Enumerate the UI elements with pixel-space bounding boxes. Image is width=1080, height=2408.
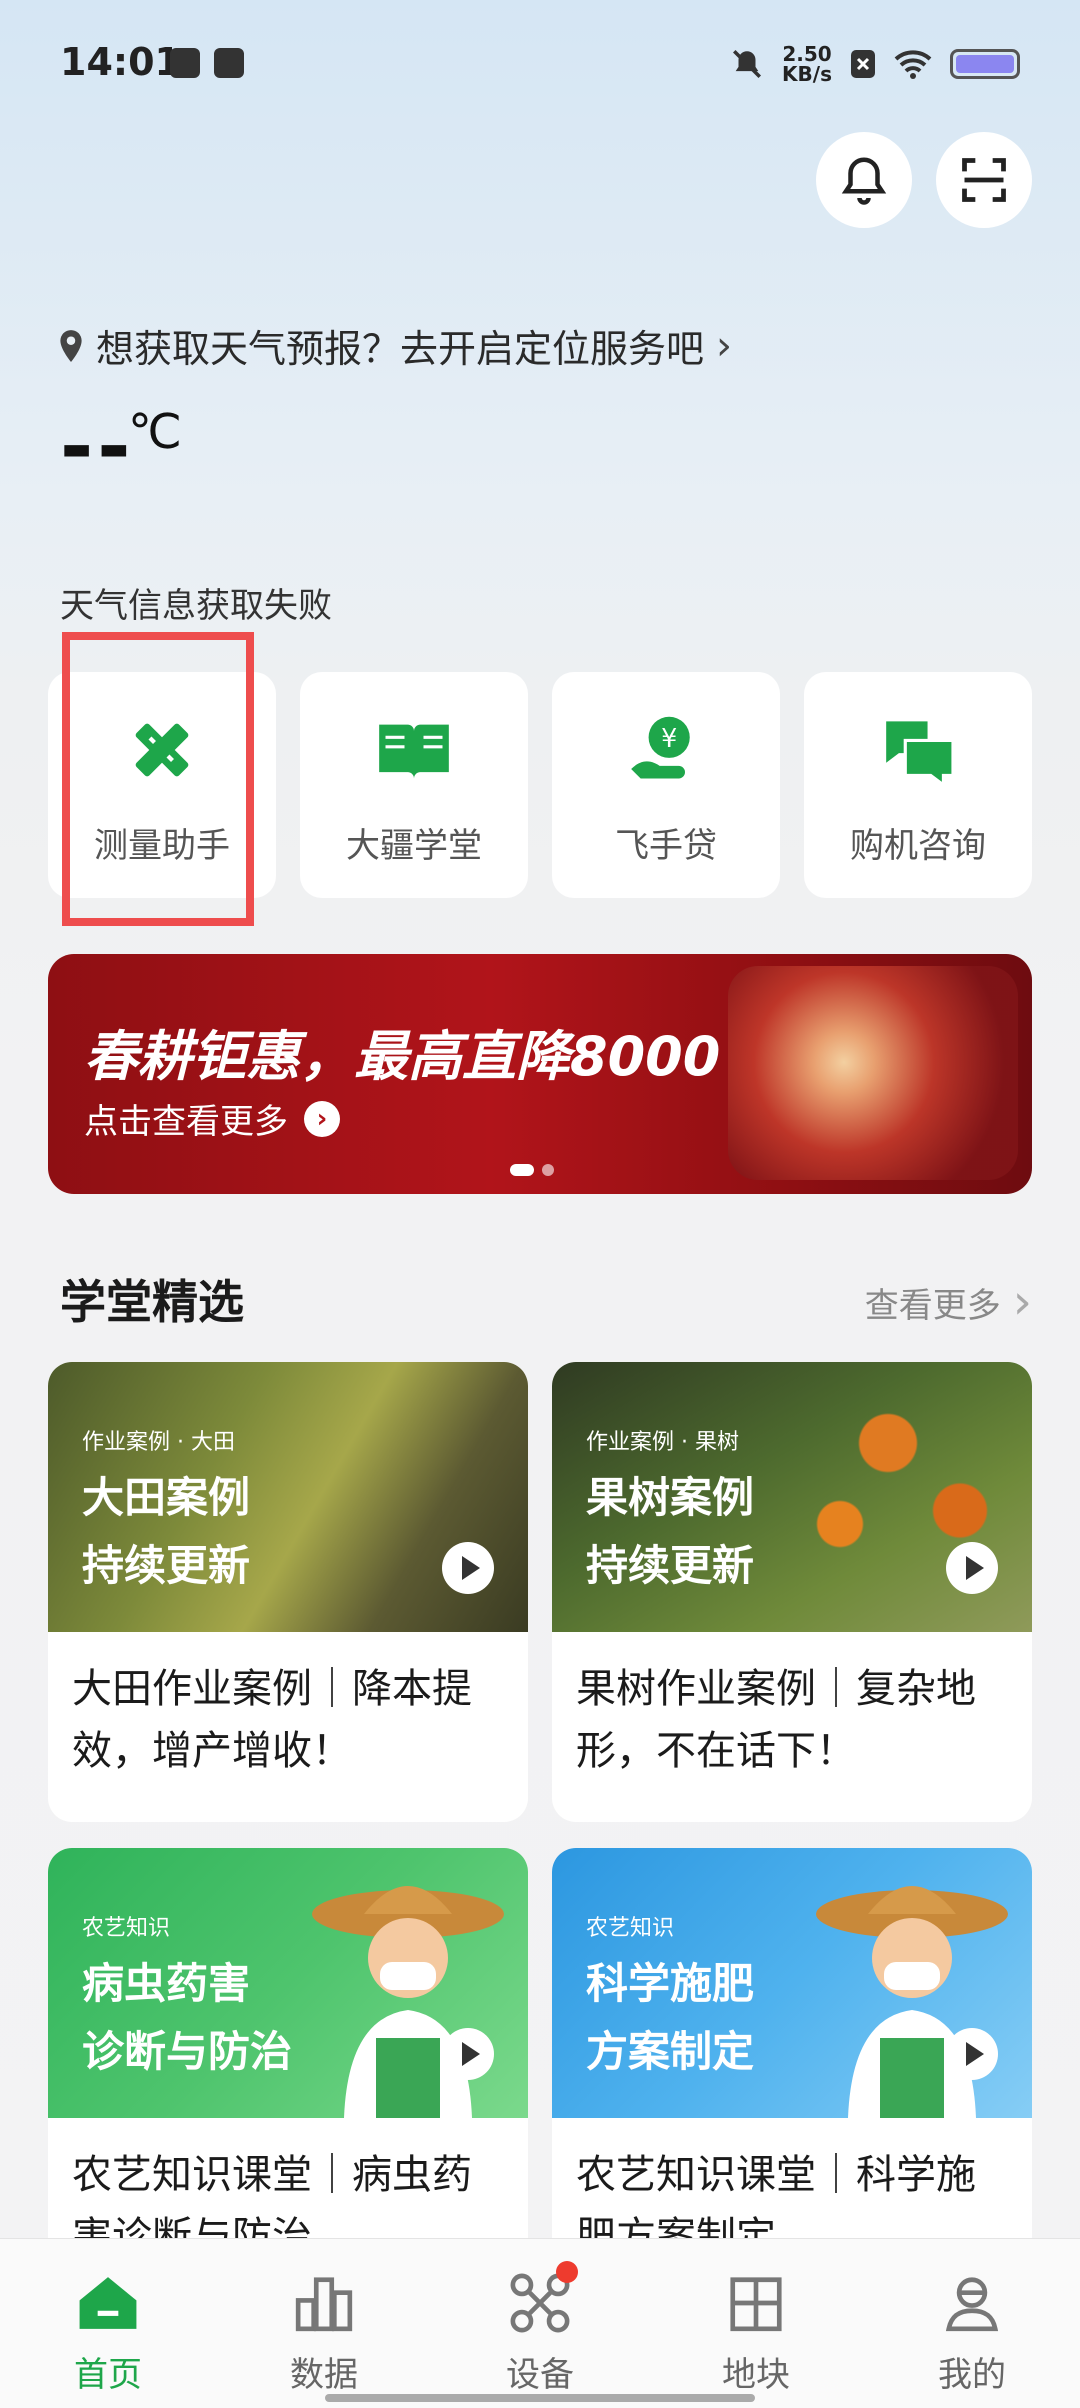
nav-label: 设备 xyxy=(506,2355,574,2395)
course-card[interactable]: 作业案例 · 果树 果树案例 持续更新 果树作业案例｜复杂地形，不在话下！ xyxy=(552,1362,1032,1822)
temperature-unit: ℃ xyxy=(128,404,182,460)
promo-banner[interactable]: 春耕钜惠，最高直降8000 点击查看更多 › xyxy=(48,954,1032,1194)
drone-product-image xyxy=(728,966,1018,1180)
banner-title: 春耕钜惠，最高直降8000 xyxy=(84,1025,721,1088)
course-card[interactable]: 作业案例 · 大田 大田案例 持续更新 大田作业案例｜降本提效，增产增收！ xyxy=(48,1362,528,1822)
highlight-box xyxy=(62,632,254,926)
card-thumbnail: 农艺知识 病虫药害 诊断与防治 xyxy=(48,1848,528,2118)
card-tag: 农艺知识 xyxy=(586,1916,675,1941)
bar-chart-icon xyxy=(290,2269,358,2337)
play-icon[interactable] xyxy=(946,1542,998,1594)
tool-loan[interactable]: ¥ 飞手贷 xyxy=(552,672,780,898)
play-icon[interactable] xyxy=(442,1542,494,1594)
temperature: -- xyxy=(60,400,135,493)
location-text: 想获取天气预报？去开启定位服务吧 xyxy=(96,327,705,371)
battery-icon xyxy=(950,49,1020,79)
card-tag: 作业案例 · 果树 xyxy=(586,1430,739,1455)
bell-button[interactable] xyxy=(816,132,912,228)
wifi-icon xyxy=(894,50,932,79)
home-indicator[interactable] xyxy=(325,2394,755,2402)
notification-icon xyxy=(170,48,200,78)
tool-label: 大疆学堂 xyxy=(346,826,482,866)
chevron-right-icon: › xyxy=(1012,1274,1032,1330)
nav-label: 我的 xyxy=(938,2355,1006,2395)
notification-dot xyxy=(556,2261,578,2283)
net-speed: 2.50 KB/s xyxy=(782,42,832,86)
location-prompt[interactable]: 想获取天气预报？去开启定位服务吧 › xyxy=(58,318,732,373)
section-title: 学堂精选 xyxy=(60,1275,244,1329)
status-time: 14:01 xyxy=(60,40,181,84)
nav-label: 首页 xyxy=(74,2355,142,2395)
chevron-right-icon: › xyxy=(716,322,733,369)
field-grid-icon xyxy=(722,2269,790,2337)
card-thumbnail: 作业案例 · 果树 果树案例 持续更新 xyxy=(552,1362,1032,1632)
arrow-right-icon: › xyxy=(304,1100,340,1137)
nav-field[interactable]: 地块 xyxy=(648,2239,864,2408)
tool-academy[interactable]: 大疆学堂 xyxy=(300,672,528,898)
nav-label: 数据 xyxy=(290,2355,358,2395)
user-icon xyxy=(938,2269,1006,2337)
card-title: 大田作业案例｜降本提效，增产增收！ xyxy=(72,1666,472,1774)
card-headline: 果树案例 持续更新 xyxy=(586,1473,755,1590)
card-headline: 病虫药害 诊断与防治 xyxy=(82,1959,293,2076)
nav-data[interactable]: 数据 xyxy=(216,2239,432,2408)
farmer-illustration xyxy=(816,1886,1008,2118)
tool-label: 购机咨询 xyxy=(850,826,986,866)
play-icon[interactable] xyxy=(442,2028,494,2080)
status-icons: 2.50 KB/s xyxy=(730,44,1020,84)
carousel-dot xyxy=(510,1164,534,1176)
sim-icon xyxy=(851,50,875,78)
nav-home[interactable]: 首页 xyxy=(0,2239,216,2408)
see-more-label: 查看更多 xyxy=(864,1285,1001,1326)
bottom-nav: 首页 数据 设备 地块 我的 xyxy=(0,2238,1080,2408)
nav-profile[interactable]: 我的 xyxy=(864,2239,1080,2408)
card-headline: 科学施肥 方案制定 xyxy=(586,1959,755,2076)
mute-icon xyxy=(733,49,762,79)
banner-subtitle: 点击查看更多 xyxy=(84,1102,288,1142)
scan-button[interactable] xyxy=(936,132,1032,228)
banner-link[interactable]: 点击查看更多 › xyxy=(84,1094,340,1143)
carousel-dots xyxy=(510,1164,554,1176)
card-thumbnail: 作业案例 · 大田 大田案例 持续更新 xyxy=(48,1362,528,1632)
card-headline: 大田案例 持续更新 xyxy=(82,1473,251,1590)
card-tag: 作业案例 · 大田 xyxy=(82,1430,235,1455)
book-icon xyxy=(374,710,454,790)
home-icon xyxy=(74,2269,142,2337)
tool-label: 飞手贷 xyxy=(615,826,717,866)
chat-icon xyxy=(878,710,958,790)
loan-icon: ¥ xyxy=(626,710,706,790)
tool-consult[interactable]: 购机咨询 xyxy=(804,672,1032,898)
weather-status: 天气信息获取失败 xyxy=(60,586,332,626)
notification-icon xyxy=(214,48,244,78)
location-pin-icon xyxy=(60,329,82,362)
card-thumbnail: 农艺知识 科学施肥 方案制定 xyxy=(552,1848,1032,2118)
nav-label: 地块 xyxy=(722,2355,790,2395)
scan-icon xyxy=(962,158,1006,202)
drone-icon xyxy=(506,2261,578,2337)
card-title: 果树作业案例｜复杂地形，不在话下！ xyxy=(576,1666,976,1774)
carousel-dot xyxy=(542,1164,554,1176)
bell-icon xyxy=(841,157,887,205)
card-tag: 农艺知识 xyxy=(82,1916,171,1941)
play-icon[interactable] xyxy=(946,2028,998,2080)
nav-device[interactable]: 设备 xyxy=(432,2239,648,2408)
farmer-illustration xyxy=(312,1886,504,2118)
see-more-link[interactable]: 查看更多 › xyxy=(865,1274,1032,1330)
svg-text:¥: ¥ xyxy=(661,723,677,753)
